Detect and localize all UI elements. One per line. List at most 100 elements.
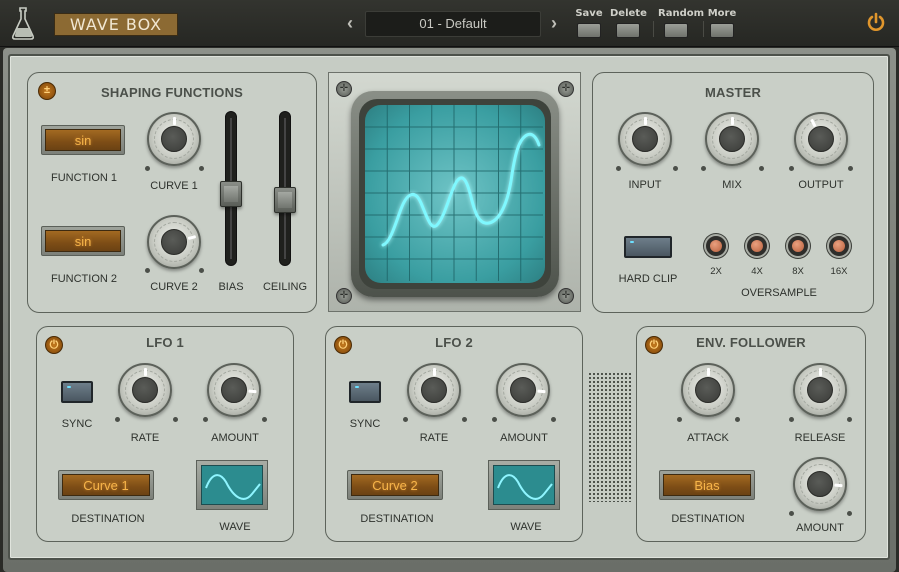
screw-icon — [336, 288, 352, 304]
lfo1-power-icon[interactable]: ⏻ — [45, 336, 63, 354]
lfo1-destination-label: DESTINATION — [71, 513, 145, 525]
shaping-toggle-icon[interactable]: ± — [38, 82, 56, 100]
delete-label: Delete — [610, 8, 647, 19]
env-amount-label: AMOUNT — [796, 522, 844, 534]
release-knob[interactable] — [793, 363, 847, 417]
env-amount-knob[interactable] — [793, 457, 847, 511]
env-destination-label: DESTINATION — [671, 513, 745, 525]
transfer-curve-plot — [365, 105, 543, 281]
save-button-face[interactable] — [577, 23, 601, 38]
top-bar: WAVE BOX ‹ 01 - Default › Save Delete Ra… — [0, 0, 899, 47]
knob-max-dot — [199, 268, 204, 273]
knob-cap — [632, 126, 658, 152]
curve1-knob[interactable] — [147, 112, 201, 166]
knob-min-dot — [701, 166, 706, 171]
screw-icon — [558, 288, 574, 304]
oversample-8x-button[interactable] — [786, 234, 810, 258]
lfo1-sync-label: SYNC — [61, 418, 93, 430]
section-title: MASTER — [704, 85, 762, 100]
lfo1-sync-switch[interactable] — [61, 381, 93, 403]
lfo1-amount-knob[interactable] — [207, 363, 261, 417]
transfer-curve — [381, 132, 541, 247]
delete-button-face[interactable] — [616, 23, 640, 38]
oscilloscope-display — [328, 72, 581, 312]
lfo1-rate-knob[interactable] — [118, 363, 172, 417]
sine-wave-icon — [205, 474, 261, 500]
input-knob[interactable] — [618, 112, 672, 166]
power-icon[interactable] — [866, 12, 886, 32]
more-label: More — [707, 8, 737, 19]
output-knob[interactable] — [794, 112, 848, 166]
random-label: Random — [658, 8, 705, 19]
random-button[interactable]: Random — [658, 8, 705, 38]
lfo1-destination-value: Curve 1 — [62, 474, 150, 496]
oversample-16x-button[interactable] — [827, 234, 851, 258]
ceiling-slider-thumb[interactable] — [274, 187, 296, 214]
sine-wave-icon — [497, 474, 553, 500]
knob-max-dot — [262, 417, 267, 422]
flask-logo-icon — [11, 7, 35, 40]
lfo2-rate-knob[interactable] — [407, 363, 461, 417]
lfo2-wave-selector[interactable] — [488, 460, 560, 510]
bias-label: BIAS — [218, 281, 244, 293]
lfo1-wave-label: WAVE — [219, 521, 251, 533]
knob-max-dot — [848, 166, 853, 171]
output-label: OUTPUT — [798, 179, 844, 191]
preset-prev-button[interactable]: ‹ — [342, 12, 358, 34]
oversample-label: OVERSAMPLE — [741, 287, 817, 299]
delete-button[interactable]: Delete — [610, 8, 647, 38]
function2-value: sin — [45, 230, 121, 252]
bias-slider-thumb[interactable] — [220, 181, 242, 208]
lfo2-sync-switch[interactable] — [349, 381, 381, 403]
lfo1-wave-selector[interactable] — [196, 460, 268, 510]
preset-next-button[interactable]: › — [546, 12, 562, 34]
function1-selector[interactable]: sin — [41, 125, 125, 155]
scope-bezel-inner — [359, 99, 551, 289]
knob-max-dot — [199, 166, 204, 171]
oversample-16x-label: 16X — [830, 266, 848, 277]
oversample-4x-label: 4X — [751, 266, 763, 277]
curve2-knob[interactable] — [147, 215, 201, 269]
env-destination-value: Bias — [663, 474, 751, 496]
knob-min-dot — [789, 417, 794, 422]
knob-min-dot — [492, 417, 497, 422]
knob-cap — [421, 377, 447, 403]
lfo1-rate-label: RATE — [130, 432, 160, 444]
lfo1-destination-selector[interactable]: Curve 1 — [58, 470, 154, 500]
knob-indicator — [172, 117, 176, 125]
speaker-grille — [588, 372, 632, 502]
knob-cap — [807, 471, 833, 497]
lfo2-destination-selector[interactable]: Curve 2 — [347, 470, 443, 500]
knob-min-dot — [203, 417, 208, 422]
scope-screen — [365, 105, 545, 283]
knob-cap — [161, 126, 187, 152]
env-power-icon[interactable]: ⏻ — [645, 336, 663, 354]
env-destination-selector[interactable]: Bias — [659, 470, 755, 500]
more-button[interactable]: More — [704, 8, 740, 38]
knob-indicator — [833, 483, 843, 488]
knob-cap — [161, 229, 187, 255]
section-title: ENV. FOLLOWER — [696, 335, 806, 350]
knob-cap — [719, 126, 745, 152]
more-button-face[interactable] — [710, 23, 734, 38]
oversample-4x-button[interactable] — [745, 234, 769, 258]
knob-min-dot — [145, 268, 150, 273]
lfo2-amount-knob[interactable] — [496, 363, 550, 417]
knob-max-dot — [759, 166, 764, 171]
screw-icon — [558, 81, 574, 97]
hard-clip-switch[interactable] — [624, 236, 672, 258]
knob-min-dot — [677, 417, 682, 422]
lfo2-wave-label: WAVE — [510, 521, 542, 533]
knob-max-dot — [173, 417, 178, 422]
lfo2-power-icon[interactable]: ⏻ — [334, 336, 352, 354]
oversample-2x-button[interactable] — [704, 234, 728, 258]
wave-screen — [201, 465, 263, 505]
function2-selector[interactable]: sin — [41, 226, 125, 256]
random-button-face[interactable] — [664, 23, 688, 38]
attack-knob[interactable] — [681, 363, 735, 417]
preset-selector[interactable]: 01 - Default — [365, 11, 541, 37]
attack-label: ATTACK — [687, 432, 729, 444]
knob-cap — [132, 377, 158, 403]
mix-knob[interactable] — [705, 112, 759, 166]
save-button[interactable]: Save — [571, 8, 607, 38]
